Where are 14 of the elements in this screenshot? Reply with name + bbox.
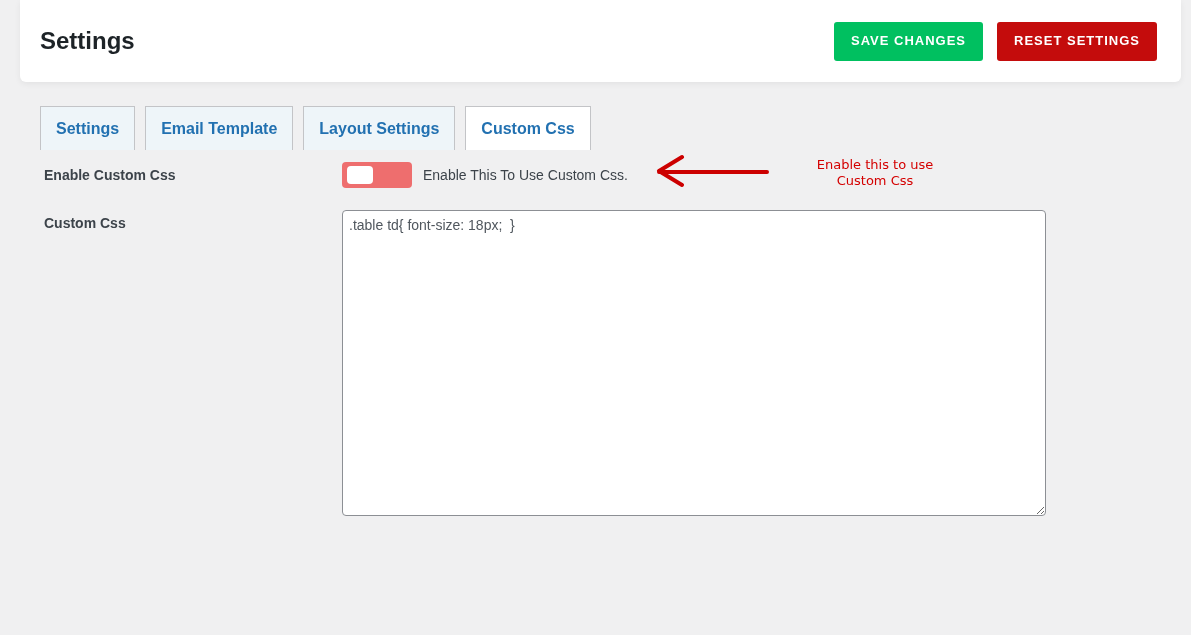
tab[interactable]: Custom Css — [465, 106, 591, 150]
field-label: Custom Css — [43, 214, 127, 232]
css-textarea[interactable]: .table td{ font-size: 18px; } — [342, 210, 1046, 516]
field-label: Enable Custom Css — [43, 166, 177, 184]
page-title: Settings — [40, 26, 135, 56]
reset-settings-button[interactable]: RESET SETTINGS — [997, 21, 1157, 61]
toggle-switch[interactable] — [342, 162, 412, 188]
save-changes-button[interactable]: SAVE CHANGES — [833, 21, 984, 61]
tab[interactable]: Settings — [40, 106, 136, 150]
annotation-note: Enable this to use Custom Css — [815, 156, 935, 189]
left-arrow-icon — [655, 154, 770, 188]
tab[interactable]: Layout Settings — [303, 106, 456, 150]
tab[interactable]: Email Template — [145, 106, 294, 150]
toggle-description: Enable This To Use Custom Css. — [423, 165, 628, 185]
